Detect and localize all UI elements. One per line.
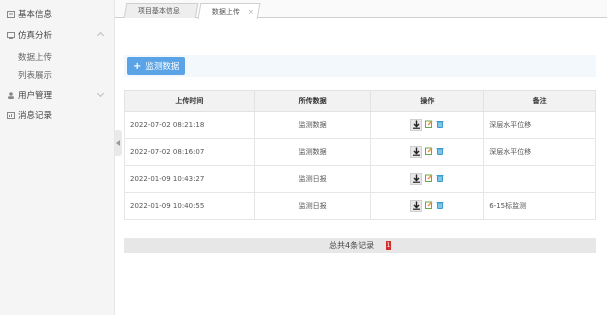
cell-note: 6-15标监测 <box>483 192 596 220</box>
sidebar-item-user-management[interactable]: 用户管理 <box>0 85 115 105</box>
table-row: 2022-07-02 08:16:07 监测数据 深层水平位移 <box>124 138 596 166</box>
table-header-row: 上传时间 所传数据 操作 备注 <box>124 90 596 112</box>
download-icon[interactable] <box>410 199 423 212</box>
plus-icon: + <box>133 60 142 72</box>
sidebar: 基本信息 仿真分析 数据上传 列表展示 用户管理 消息记录 <box>0 0 115 315</box>
total-records: 总共4条记录 <box>329 241 375 250</box>
sidebar-item-simulation[interactable]: 仿真分析 <box>0 25 115 45</box>
sidebar-item-label: 基本信息 <box>18 10 53 20</box>
chevron-up-icon <box>96 31 105 40</box>
sidebar-item-messages[interactable]: 消息记录 <box>0 105 115 125</box>
chevron-down-icon <box>96 89 105 98</box>
sidebar-item-basic-info[interactable]: 基本信息 <box>0 4 115 24</box>
cell-note: 深层水平位移 <box>483 138 596 166</box>
cell-data-type: 监测数据 <box>253 138 372 166</box>
table-row: 2022-01-09 10:40:55 监测日报 6-15标监测 <box>124 192 596 220</box>
tab-bar: 项目基本信息 数据上传 × <box>115 0 607 19</box>
chart-icon <box>7 111 15 119</box>
cell-upload-time: 2022-07-02 08:16:07 <box>124 138 255 166</box>
cell-upload-time: 2022-01-09 10:43:27 <box>124 165 255 193</box>
user-icon <box>7 91 15 99</box>
monitor-icon <box>7 31 15 39</box>
cell-note <box>483 165 596 193</box>
doc-icon <box>7 10 15 18</box>
table-row: 2022-01-09 10:43:27 监测日报 <box>124 165 596 193</box>
tab-project-info[interactable]: 项目基本信息 <box>123 3 199 18</box>
sidebar-subitem-data-upload[interactable]: 数据上传 <box>18 51 52 63</box>
cell-actions <box>370 138 485 166</box>
add-button-label: 监测数据 <box>145 62 180 72</box>
sidebar-collapse-button[interactable] <box>115 130 122 156</box>
download-icon[interactable] <box>410 145 423 158</box>
toolbar: + 监测数据 <box>124 55 596 77</box>
cell-actions <box>370 111 485 139</box>
download-icon[interactable] <box>410 118 423 131</box>
column-header-notes: 备注 <box>483 90 596 112</box>
sidebar-subitem-list-display[interactable]: 列表展示 <box>18 69 52 81</box>
page-number-button[interactable]: 1 <box>386 241 391 250</box>
cell-data-type: 监测日报 <box>253 165 372 193</box>
cell-upload-time: 2022-01-09 10:40:55 <box>124 192 255 220</box>
column-header-data: 所传数据 <box>253 90 372 112</box>
edit-icon[interactable] <box>425 120 433 130</box>
tab-label: 项目基本信息 <box>137 7 180 15</box>
cell-actions <box>370 192 485 220</box>
cell-upload-time: 2022-07-02 08:21:18 <box>124 111 255 139</box>
edit-icon[interactable] <box>425 174 433 184</box>
column-header-actions: 操作 <box>370 90 485 112</box>
tab-data-upload[interactable]: 数据上传 × <box>197 3 261 19</box>
cell-data-type: 监测数据 <box>253 111 372 139</box>
sidebar-item-label: 仿真分析 <box>18 31 53 41</box>
delete-icon[interactable] <box>436 174 444 184</box>
edit-icon[interactable] <box>425 147 433 157</box>
download-icon[interactable] <box>410 172 423 185</box>
cell-data-type: 监测日报 <box>253 192 372 220</box>
sidebar-item-label: 消息记录 <box>18 111 53 121</box>
tab-label: 数据上传 <box>211 7 240 16</box>
column-header-time: 上传时间 <box>124 90 255 112</box>
sidebar-item-label: 用户管理 <box>18 91 53 101</box>
table-row: 2022-07-02 08:21:18 监测数据 深层水平位移 <box>124 111 596 139</box>
close-icon[interactable]: × <box>248 8 254 16</box>
cell-actions <box>370 165 485 193</box>
add-monitoring-data-button[interactable]: + 监测数据 <box>127 57 186 75</box>
upload-table: 上传时间 所传数据 操作 备注 2022-07-02 08:21:18 监测数据深… <box>124 90 596 220</box>
delete-icon[interactable] <box>436 201 444 211</box>
edit-icon[interactable] <box>425 201 433 211</box>
delete-icon[interactable] <box>436 147 444 157</box>
pagination-bar: 总共4条记录 1 <box>124 238 596 253</box>
cell-note: 深层水平位移 <box>483 111 596 139</box>
delete-icon[interactable] <box>436 120 444 130</box>
